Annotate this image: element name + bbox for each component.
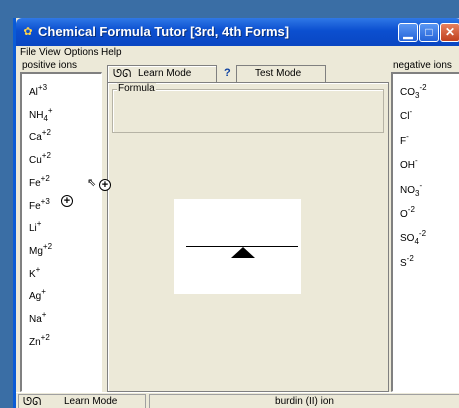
ion-symbol: Zn	[29, 336, 41, 348]
status-selection: burdin (II) ion	[149, 394, 459, 408]
negative-ion-item[interactable]: CO3-2	[400, 83, 427, 100]
ion-charge: +2	[40, 173, 50, 183]
negative-ion-item[interactable]: O-2	[400, 205, 415, 220]
ion-charge: -	[415, 156, 418, 166]
glasses-icon: ᘎᘏ	[113, 68, 132, 80]
ion-subscript: 4	[43, 113, 48, 123]
plus-circle-icon: +	[99, 179, 111, 191]
tab-learn-mode[interactable]: ᘎᘏ Learn Mode	[107, 65, 217, 83]
ion-charge: +	[36, 219, 42, 229]
ion-symbol: Al	[29, 87, 38, 98]
arrow-cursor-icon: ⇖	[87, 177, 97, 189]
ion-charge: +	[41, 310, 47, 319]
positive-ion-item[interactable]: Fe+3	[29, 197, 50, 212]
ion-charge: -	[409, 107, 413, 117]
negative-ions-list[interactable]: CO3-2 Cl- F- OH- NO3- O-2 SO4-2 S-2	[391, 72, 459, 392]
negative-ions-label: negative ions	[393, 60, 452, 71]
ion-symbol: K	[29, 268, 36, 280]
positive-ion-item[interactable]: Cu+2	[29, 151, 51, 166]
ion-charge: -	[406, 131, 409, 141]
ion-symbol: Cu	[29, 155, 42, 167]
fulcrum-icon	[231, 247, 255, 258]
ion-symbol: Fe	[29, 200, 41, 212]
positive-ion-item[interactable]: K+	[29, 265, 40, 280]
ion-symbol: Fe	[29, 177, 41, 189]
positive-ions-list[interactable]: Al+3 NH4+ Ca+2 Cu+2 Fe+2 Fe+3 Li+ Mg+2 K+ Ag+ Na+ Z…	[20, 72, 102, 392]
ion-symbol: Ag	[29, 291, 42, 303]
ion-charge: +2	[41, 128, 51, 138]
menu-bar: File View Options Help	[16, 46, 459, 60]
title-bar[interactable]: ✿ Chemical Formula Tutor [3rd, 4th Forms…	[16, 18, 459, 46]
ion-charge: -	[419, 180, 423, 190]
positive-ion-item[interactable]: Al+3	[29, 83, 47, 98]
positive-ion-item[interactable]: Fe+2	[29, 174, 50, 189]
positive-ion-item[interactable]: Mg+2	[29, 242, 52, 257]
negative-ion-item[interactable]: S-2	[400, 254, 414, 269]
ion-charge: +2	[40, 332, 50, 342]
negative-ion-item[interactable]: OH-	[400, 156, 418, 171]
negative-ion-item[interactable]: F-	[400, 132, 409, 147]
flask-icon: ✿	[23, 26, 33, 38]
tab-test-mode[interactable]: Test Mode	[236, 65, 326, 83]
ion-symbol: NO	[400, 184, 415, 196]
negative-ion-item[interactable]: NO3-	[400, 181, 422, 198]
formula-box: Formula	[112, 83, 384, 133]
ion-symbol: Ca	[29, 132, 42, 144]
ion-subscript: 3	[415, 91, 420, 100]
ion-symbol: Li	[29, 223, 37, 235]
ion-symbol: CO	[400, 87, 415, 98]
positive-ion-item[interactable]: Li+	[29, 219, 41, 234]
app-window: ✿ Chemical Formula Tutor [3rd, 4th Forms…	[13, 18, 459, 408]
negative-ion-item[interactable]: SO4-2	[400, 229, 426, 246]
ion-symbol: O	[400, 209, 408, 220]
ion-charge: +2	[42, 241, 53, 251]
ion-charge: -2	[407, 205, 415, 214]
ion-charge: -2	[406, 253, 414, 263]
ion-symbol: OH	[400, 160, 415, 172]
menu-options[interactable]: Options	[64, 47, 98, 58]
ion-charge: +3	[40, 196, 50, 206]
maximize-button[interactable]: □	[419, 23, 439, 42]
ion-charge: +	[41, 287, 46, 297]
status-mode: ᘎᘏ Learn Mode	[18, 394, 146, 408]
tab-learn-label: Learn Mode	[138, 68, 192, 79]
ion-subscript: 4	[414, 237, 419, 247]
negative-ion-item[interactable]: Cl-	[400, 107, 412, 122]
formula-legend: Formula	[117, 83, 156, 94]
balance-canvas	[174, 199, 301, 294]
menu-help[interactable]: Help	[101, 47, 122, 58]
close-button[interactable]: ✕	[440, 23, 459, 42]
status-bar: ᘎᘏ Learn Mode burdin (II) ion	[16, 392, 459, 408]
positive-ions-label: positive ions	[22, 60, 78, 71]
ion-symbol: Mg	[29, 245, 43, 257]
ion-charge: +3	[37, 83, 48, 92]
positive-ion-item[interactable]: Zn+2	[29, 333, 50, 348]
positive-ion-item[interactable]: Ca+2	[29, 128, 51, 143]
window-title: Chemical Formula Tutor [3rd, 4th Forms]	[38, 24, 290, 39]
ion-symbol: NH	[29, 109, 44, 121]
ion-charge: +	[35, 264, 41, 274]
menu-view[interactable]: View	[39, 47, 61, 58]
ion-symbol: SO	[400, 233, 415, 245]
ion-symbol: S	[400, 257, 407, 269]
menu-file[interactable]: File	[20, 47, 36, 58]
plus-circle-icon: +	[61, 195, 73, 207]
tab-test-label: Test Mode	[255, 68, 302, 79]
help-icon[interactable]: ?	[224, 67, 231, 79]
main-panel: Formula	[107, 82, 389, 392]
ion-charge: +	[47, 105, 53, 115]
positive-ion-item[interactable]: Ag+	[29, 287, 46, 302]
status-mode-label: Learn Mode	[64, 396, 118, 407]
positive-ion-item[interactable]: Na+	[29, 310, 46, 325]
glasses-icon: ᘎᘏ	[23, 396, 42, 408]
positive-ion-item[interactable]: NH4+	[29, 106, 53, 123]
ion-charge: +2	[41, 151, 51, 161]
ion-symbol: Na	[29, 314, 42, 325]
minimize-button[interactable]: ▁	[398, 23, 418, 42]
ion-charge: -2	[418, 229, 427, 239]
ion-charge: -2	[419, 83, 427, 92]
